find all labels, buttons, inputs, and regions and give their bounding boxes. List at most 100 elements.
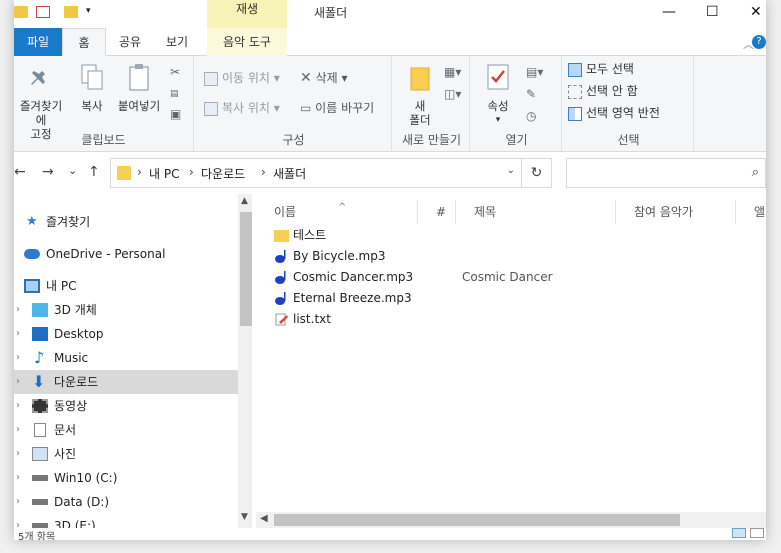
picture-icon [32,447,48,461]
minimize-button[interactable]: — [662,4,676,20]
tab-view[interactable]: 보기 [154,28,200,56]
tab-home[interactable]: 홈 [62,28,106,56]
quick-access-dropdown-icon[interactable]: ▾ [86,6,100,18]
history-icon[interactable]: ◷ [526,106,536,126]
expand-arrow-icon[interactable]: › [16,418,20,442]
pin-quick-access-button[interactable]: 즐겨찾기에 고정 [16,62,66,141]
nav-item-downloads[interactable]: › ⬇ 다운로드 [14,370,238,394]
expand-arrow-icon[interactable]: › [16,442,20,466]
nav-scrollbar[interactable]: ▲ ▼ [238,194,252,528]
nav-item-documents[interactable]: › 문서 [14,418,238,442]
nav-item-drive-d[interactable]: › Data (D:) [14,490,238,514]
file-row[interactable]: list.txt [274,309,744,330]
large-icons-view-icon[interactable] [750,528,764,538]
breadcrumb-separator[interactable]: › [137,165,142,179]
nav-scroll-thumb[interactable] [240,212,252,326]
ribbon-tabs: 파일 홈 공유 보기 음악 도구 ︿ ? [14,28,766,56]
rename-button[interactable]: ▭ 이름 바꾸기 [300,98,374,118]
file-row[interactable]: Cosmic Dancer.mp3 Cosmic Dancer [274,267,744,288]
maximize-button[interactable]: ☐ [706,4,719,20]
ribbon: 즐겨찾기에 고정 복사 붙여넣기 ✂ ▤ ▣ 클립보드 이동 위치 ▾ 복사 위… [14,56,766,152]
breadcrumb-separator[interactable]: › [189,165,194,179]
column-header-artist[interactable]: 참여 음악가 [616,200,736,224]
help-icon[interactable]: ? [752,35,766,49]
nav-item-music[interactable]: › ♪ Music [14,346,238,370]
file-list-pane: ^ 이름 # 제목 참여 음악가 앨범 테스트 By Bicycle.mp3 C… [256,194,766,528]
properties-check-icon[interactable] [36,6,50,18]
expand-arrow-icon[interactable]: › [16,346,20,370]
tab-file[interactable]: 파일 [14,28,62,56]
search-input[interactable]: ⌕ [566,158,766,188]
new-group-label: 새로 만들기 [401,133,461,147]
scroll-down-icon[interactable]: ▼ [241,512,248,522]
breadcrumb-item[interactable]: 내 PC [149,165,179,182]
new-folder-icon[interactable] [64,6,78,18]
breadcrumb-item[interactable]: 다운로드 [201,165,245,182]
nav-item-videos[interactable]: › 동영상 [14,394,238,418]
expand-arrow-icon[interactable]: › [16,394,20,418]
expand-arrow-icon[interactable]: › [16,490,20,514]
rename-label: 이름 바꾸기 [315,101,375,115]
nav-item-this-pc[interactable]: 내 PC [14,274,238,298]
expand-arrow-icon[interactable]: › [16,466,20,490]
horizontal-scrollbar[interactable]: ◀ [256,512,766,528]
breadcrumb-separator[interactable]: › [261,165,266,179]
nav-item-pictures[interactable]: › 사진 [14,442,238,466]
open-icon[interactable]: ▤▾ [526,62,543,82]
paste-shortcut-icon[interactable]: ▣ [170,104,181,124]
invert-selection-button[interactable]: 선택 영역 반전 [568,103,660,123]
tab-share[interactable]: 공유 [106,28,154,56]
nav-item-desktop[interactable]: › Desktop [14,322,238,346]
expand-arrow-icon[interactable]: › [16,322,20,346]
easy-access-icon[interactable]: ◫▾ [444,84,461,104]
refresh-button[interactable]: ↻ [522,158,552,188]
select-none-button[interactable]: 선택 안 함 [568,81,638,101]
details-view-icon[interactable] [732,528,746,538]
select-all-icon [568,62,582,77]
back-button[interactable]: ← [14,164,26,180]
cube-icon [32,303,48,317]
forward-button[interactable]: → [42,164,54,180]
expand-arrow-icon[interactable]: › [16,298,20,322]
sort-ascending-icon: ^ [338,202,347,213]
copy-path-icon[interactable]: ▤ [170,84,179,104]
nav-item-3d-objects[interactable]: › 3D 개체 [14,298,238,322]
expand-arrow-icon[interactable]: › [16,370,20,394]
scroll-up-icon[interactable]: ▲ [241,196,248,206]
close-button[interactable]: ✕ [750,4,762,20]
select-group-label: 선택 [617,133,640,147]
nav-item-onedrive[interactable]: OneDrive - Personal [14,242,238,266]
column-header-name[interactable]: ^ 이름 [256,200,418,224]
breadcrumb-item[interactable]: 새폴더 [273,165,306,182]
file-row[interactable]: 테스트 [274,225,744,246]
delete-button[interactable]: ✕ 삭제 ▾ [300,68,348,88]
copy-button[interactable]: 복사 [72,62,112,113]
move-to-button[interactable]: 이동 위치 ▾ [204,68,280,88]
horizontal-scroll-thumb[interactable] [274,514,680,526]
column-header-title[interactable]: 제목 [456,200,616,224]
copy-to-button[interactable]: 복사 위치 ▾ [204,98,280,118]
new-folder-button[interactable]: 새 폴더 [402,62,438,127]
address-bar[interactable]: › 내 PC › 다운로드 › 새폴더 ⌄ [110,158,522,188]
recent-locations-button[interactable]: ⌄ [68,164,77,177]
nav-item-quick-access[interactable]: ★ 즐겨찾기 [14,210,238,234]
nav-item-drive-c[interactable]: › Win10 (C:) [14,466,238,490]
properties-button[interactable]: 속성 ▾ [478,62,518,127]
cut-icon[interactable]: ✂ [170,62,180,82]
folder-icon[interactable] [14,6,28,18]
pc-icon [24,279,40,293]
up-button[interactable]: ↑ [88,164,100,180]
tab-music-tools[interactable]: 음악 도구 [207,28,287,56]
properties-dropdown-icon[interactable]: ▾ [478,113,518,127]
address-dropdown-icon[interactable]: ⌄ [507,165,515,176]
paste-button[interactable]: 붙여넣기 [114,62,164,113]
scroll-left-icon[interactable]: ◀ [260,513,268,524]
edit-icon[interactable]: ✎ [526,84,536,104]
folder-icon [117,166,131,180]
select-all-button[interactable]: 모두 선택 [568,59,634,79]
column-header-number[interactable]: # [418,200,456,224]
file-row[interactable]: Eternal Breeze.mp3 [274,288,744,309]
file-row[interactable]: By Bicycle.mp3 [274,246,744,267]
column-header-album[interactable]: 앨범 [736,200,766,224]
new-item-icon[interactable]: ▦▾ [444,62,461,82]
